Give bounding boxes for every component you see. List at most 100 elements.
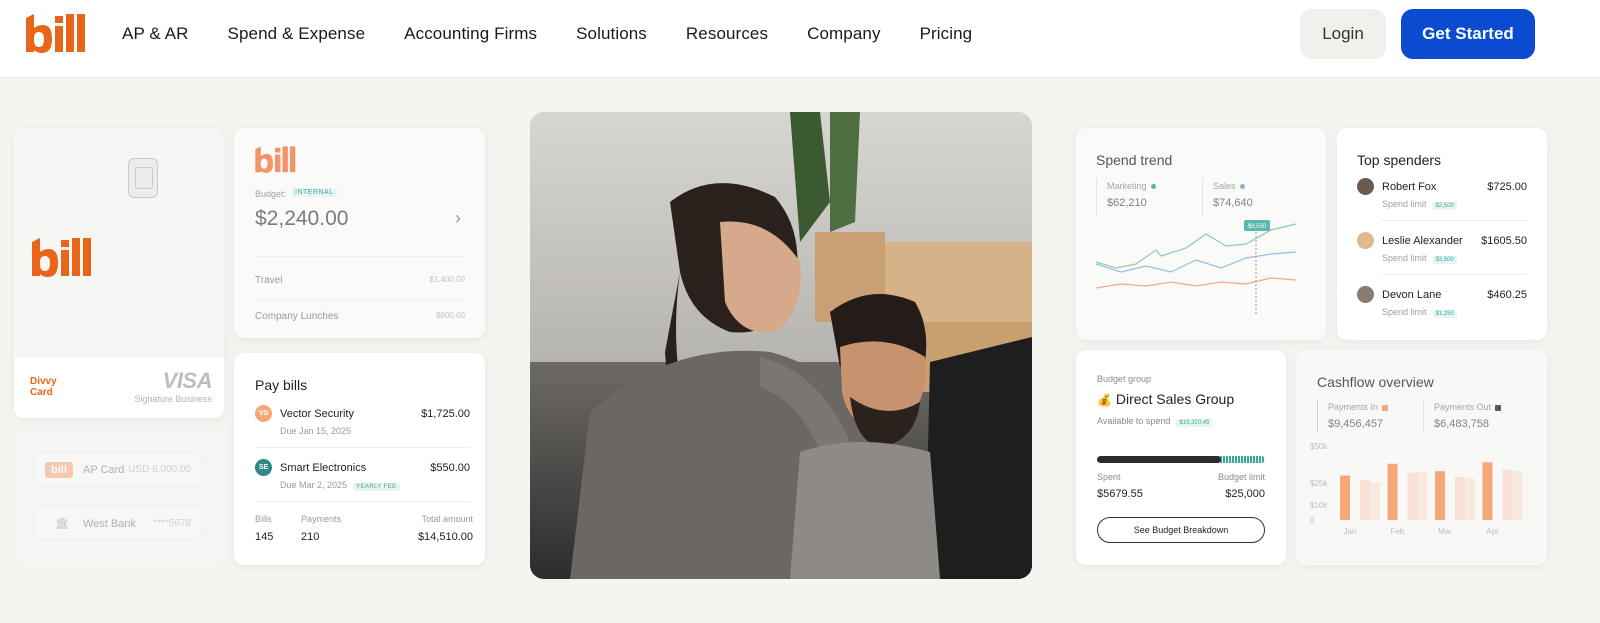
payments-in-label-text: Payments In (1328, 402, 1379, 412)
budget-limit-label: Budget limit (1217, 472, 1265, 482)
spend-limit-label: Spend limit (1382, 307, 1427, 317)
bank-value: ****5678 (153, 518, 191, 529)
sales-label: Sales (1213, 181, 1245, 191)
available-value: $19,320.45 (1176, 419, 1213, 427)
nav-company[interactable]: Company (807, 24, 880, 44)
spender-amount: $460.25 (1487, 289, 1527, 301)
spender-name: Leslie Alexander (1382, 235, 1463, 247)
divider (1382, 220, 1527, 221)
spend-limit-value: $2,500 (1432, 202, 1457, 210)
divvy-card-label: Divvy Card (30, 376, 57, 398)
row-label: Travel (255, 275, 283, 286)
spend-trend-card: Spend trend Marketing $62,210 Sales $74,… (1076, 128, 1326, 340)
bill-due-date: Due Mar 2, 2025 YEARLY FEE (280, 480, 400, 491)
sales-value: $74,640 (1213, 197, 1253, 209)
nav-accounting-firms[interactable]: Accounting Firms (404, 24, 537, 44)
nav-ap-ar[interactable]: AP & AR (122, 24, 189, 44)
legend-square (1382, 404, 1389, 411)
bar-filler (1370, 482, 1380, 520)
bank-row[interactable]: 🏛 West Bank ****5678 (34, 506, 202, 540)
payments-in-stat: Payments In $9,456,457 (1317, 400, 1427, 432)
x-tick-label: Apr (1486, 527, 1499, 536)
vendor-name: Vector Security (280, 408, 354, 420)
legend-dot (1150, 184, 1156, 190)
budget-row-lunches: Company Lunches $800.00 (255, 311, 465, 322)
vendor-avatar: VS (255, 405, 272, 422)
total-value: $14,510.00 (417, 531, 473, 543)
divider (255, 447, 470, 448)
bill-logo[interactable] (24, 14, 86, 54)
expense-line (1096, 277, 1297, 289)
payments-out-stat: Payments Out $6,483,758 (1423, 400, 1533, 432)
get-started-button[interactable]: Get Started (1401, 9, 1535, 59)
row-label: Company Lunches (255, 311, 339, 322)
bar-filler (1512, 470, 1523, 520)
y-tick-label: $10k (1310, 501, 1328, 510)
ap-card-value: USD 8,000.00 (128, 464, 191, 475)
sales-stat: Sales $74,640 (1202, 178, 1308, 216)
budget-group-card: Budget group 💰 Direct Sales Group Availa… (1076, 350, 1286, 565)
avatar (1357, 286, 1374, 303)
divvy-card: Divvy Card VISA Signature Business (14, 128, 224, 418)
row-value: $800.00 (436, 311, 465, 320)
nav-pricing[interactable]: Pricing (920, 24, 973, 44)
budget-amount: $2,240.00 (255, 207, 349, 230)
login-button[interactable]: Login (1300, 9, 1386, 59)
bar-filler (1417, 472, 1428, 520)
payment-methods-card: bill AP Card USD 8,000.00 🏛 West Bank **… (14, 430, 224, 565)
bills-value: 145 (255, 531, 274, 543)
budget-label: Budget: (255, 189, 287, 199)
row-value: $1,400.00 (429, 275, 465, 284)
available-to-spend: Available to spend $19,320.45 (1097, 416, 1213, 427)
pay-bills-card: Pay bills VS Vector Security $1,725.00 D… (234, 353, 485, 565)
site-header: AP & AR Spend & Expense Accounting Firms… (0, 0, 1600, 78)
y-tick-label: $50k (1310, 442, 1328, 451)
vendor-name: Smart Electronics (280, 462, 367, 474)
bar-payments-in (1387, 463, 1398, 520)
ap-card-row[interactable]: bill AP Card USD 8,000.00 (34, 452, 202, 486)
budget-progress-bar (1097, 456, 1265, 463)
bar-filler (1465, 478, 1475, 520)
chevron-right-icon[interactable]: › (455, 208, 461, 229)
payments-label: Payments (301, 514, 342, 524)
divider (255, 299, 465, 300)
bills-label: Bills (255, 514, 272, 524)
nav-spend-expense[interactable]: Spend & Expense (228, 24, 366, 44)
payments-value: 210 (301, 531, 320, 543)
payments-in-label: Payments In (1328, 402, 1389, 412)
nav-solutions[interactable]: Solutions (576, 24, 647, 44)
internal-tag: INTERNAL (292, 188, 337, 197)
payments-out-label: Payments Out (1434, 402, 1502, 412)
divider (255, 256, 465, 257)
due-text: Due Mar 2, 2025 (280, 480, 348, 490)
visa-logo: VISA (162, 368, 213, 393)
cashflow-title: Cashflow overview (1317, 374, 1434, 390)
spender-name: Robert Fox (1382, 181, 1437, 193)
main-nav: AP & AR Spend & Expense Accounting Firms… (122, 24, 1011, 44)
marketing-value: $62,210 (1107, 197, 1147, 209)
budget-group-name: Direct Sales Group (1115, 391, 1235, 407)
divider (255, 501, 470, 502)
top-spenders-card: Top spenders Robert Fox $725.00 Spend li… (1337, 128, 1547, 340)
nav-resources[interactable]: Resources (686, 24, 768, 44)
x-tick-label: Mar (1438, 527, 1452, 536)
cashflow-chart: $50k $25k $10k 0 Jan Feb Mar Apr (1310, 442, 1523, 536)
spend-limit: Spend limit $2,500 (1382, 199, 1457, 210)
marketing-label: Marketing (1107, 181, 1156, 191)
bill-logo (255, 146, 296, 173)
spent-value: $5679.55 (1097, 488, 1143, 500)
sales-label-text: Sales (1213, 181, 1236, 191)
see-budget-breakdown-button[interactable]: See Budget Breakdown (1097, 517, 1265, 543)
bill-tag: bill (45, 462, 73, 478)
spent-label: Spent (1097, 472, 1121, 482)
marketing-label-text: Marketing (1107, 181, 1147, 191)
bill-logo (32, 238, 91, 277)
avatar (1357, 232, 1374, 249)
bar-payments-in (1482, 462, 1493, 520)
budget-row-travel: Travel $1,400.00 (255, 275, 465, 286)
spender-amount: $725.00 (1487, 181, 1527, 193)
x-tick-label: Jan (1344, 527, 1357, 536)
bar-payments-out (1407, 472, 1418, 520)
spender-name: Devon Lane (1382, 289, 1442, 301)
bank-icon: 🏛 (55, 518, 69, 530)
